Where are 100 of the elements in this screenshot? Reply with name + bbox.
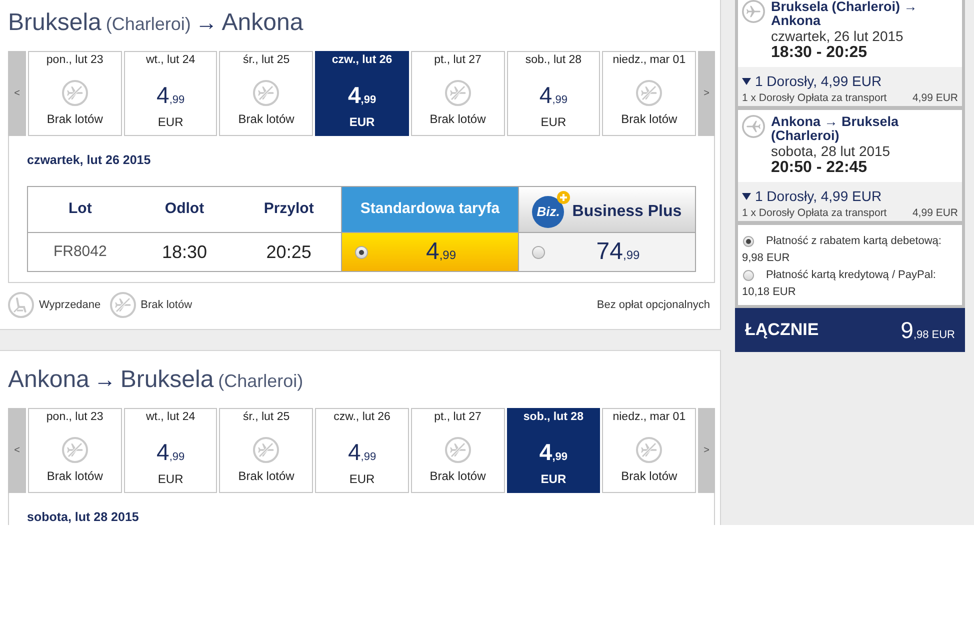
column-header: Standardowa taryfa (340, 187, 518, 232)
date-tile[interactable]: sob., lut 28 4,99 EUR (506, 51, 600, 136)
day-label: wt., lut 24 (146, 410, 196, 424)
crossed-plane-icon (110, 292, 136, 318)
fare-price: 4,99 (348, 439, 376, 467)
passenger-toggle[interactable]: 1 Dorosły, 4,99 EUR (742, 188, 958, 204)
fare-price: 4,99 (539, 439, 568, 467)
no-flights-label: Brak lotów (621, 112, 678, 126)
plane-icon (742, 0, 765, 23)
plus-badge-icon (557, 190, 570, 204)
currency-label: EUR (540, 115, 566, 129)
currency-label: EUR (158, 472, 184, 486)
legend-label: Brak lotów (140, 298, 192, 313)
no-flights-label: Brak lotów (621, 469, 678, 483)
radio-button[interactable] (743, 270, 754, 281)
payment-option-label: Płatność z rabatem kartą debetową: (766, 234, 942, 249)
radio-button[interactable] (532, 246, 545, 258)
trip-route: Bruksela (Charleroi) → Ankona (771, 0, 918, 28)
route-title: Bruksela (Charleroi) → Ankona (8, 8, 304, 38)
trip-route: Ankona → Bruksela (Charleroi) (771, 115, 900, 143)
no-flights-label: Brak lotów (46, 469, 103, 483)
date-tile[interactable]: czw., lut 26 4,99 EUR (315, 408, 409, 493)
crossed-seat-icon (8, 292, 34, 318)
no-flights-label: Brak lotów (430, 469, 486, 483)
prev-dates-button[interactable]: < (8, 408, 26, 493)
fare-price: 4,99 (156, 82, 185, 110)
currency-label: EUR (932, 328, 955, 343)
date-tile[interactable]: śr., lut 25 Brak lotów (219, 51, 314, 136)
radio-button[interactable] (354, 246, 368, 258)
trip-times: 18:30 - 20:25 (771, 44, 868, 61)
day-label: sob., lut 28 (523, 410, 584, 424)
route-title: Ankona → Bruksela (Charleroi) (8, 365, 304, 395)
day-label: niedz., mar 01 (612, 53, 686, 67)
currency-label: EUR (349, 472, 375, 486)
day-label: czw., lut 26 (334, 410, 390, 424)
currency-label: EUR (540, 472, 566, 486)
crossed-plane-icon (636, 80, 662, 106)
trip-date: czwartek, 26 lut 2015 (771, 28, 904, 44)
fare-price: 4,99 (539, 82, 568, 110)
crossed-plane-icon (636, 437, 662, 463)
trip-date: sobota, 28 lut 2015 (771, 143, 892, 159)
day-label: niedz., mar 01 (612, 410, 686, 424)
day-label: wt., lut 24 (146, 53, 196, 67)
day-label: śr., lut 25 (242, 53, 290, 67)
column-header: Business Plus (572, 202, 682, 222)
column-header: Przylot (262, 199, 315, 220)
crossed-plane-icon (444, 437, 471, 463)
no-flights-label: Brak lotów (430, 112, 486, 126)
next-dates-button[interactable]: > (698, 408, 716, 493)
date-tile[interactable]: sob., lut 28 4,99 EUR (506, 408, 600, 493)
date-tile[interactable]: śr., lut 25 Brak lotów (219, 408, 314, 493)
day-label: pon., lut 23 (46, 410, 104, 424)
payment-amount: 9,98 EUR (742, 251, 791, 266)
payment-amount: 10,18 EUR (742, 285, 797, 300)
date-tile[interactable]: pt., lut 27 Brak lotów (410, 51, 505, 136)
crossed-plane-icon (253, 80, 280, 106)
date-tile[interactable]: czw., lut 26 4,99 EUR (315, 51, 409, 136)
column-header: Odlot (164, 199, 206, 220)
date-tile[interactable]: pon., lut 23 Brak lotów (28, 51, 122, 136)
day-label: pt., lut 27 (434, 410, 482, 424)
fare-price: 4,99 (156, 439, 185, 467)
day-label: czw., lut 26 (332, 53, 392, 67)
day-label: śr., lut 25 (242, 410, 290, 424)
fare-item-label: 1 x Dorosły Opłata za transport (742, 207, 887, 219)
prev-dates-button[interactable]: < (8, 51, 26, 136)
trip-times: 20:50 - 22:45 (771, 159, 868, 176)
fare-item-amount: 4,99 EUR (912, 207, 958, 219)
crossed-plane-icon (444, 80, 471, 106)
plane-icon (742, 115, 765, 138)
fare-item-label: 1 x Dorosły Opłata za transport (742, 92, 887, 104)
legend-label: Wyprzedane (39, 298, 101, 313)
date-tile[interactable]: pon., lut 23 Brak lotów (28, 408, 122, 493)
date-tile[interactable]: niedz., mar 01 Brak lotów (602, 408, 696, 493)
currency-label: EUR (349, 115, 375, 129)
day-label: pon., lut 23 (46, 53, 104, 67)
table-cell-text: FR8042 (52, 242, 108, 262)
biz-logo: Biz. (532, 196, 564, 228)
selected-date-heading: czwartek, lut 26 2015 (27, 153, 152, 167)
radio-button[interactable] (743, 236, 754, 247)
day-label: pt., lut 27 (434, 53, 482, 67)
fees-note: Bez opłat opcjonalnych (596, 298, 710, 313)
no-flights-label: Brak lotów (238, 469, 294, 483)
total-price: 9,98 (900, 316, 929, 345)
date-tile[interactable]: wt., lut 24 4,99 EUR (124, 408, 218, 493)
fare-price: 74,99 (596, 237, 640, 267)
crossed-plane-icon (62, 80, 88, 106)
date-tile[interactable]: niedz., mar 01 Brak lotów (602, 51, 696, 136)
crossed-plane-icon (62, 437, 88, 463)
fare-item-amount: 4,99 EUR (912, 92, 958, 104)
date-tile[interactable]: wt., lut 24 4,99 EUR (124, 51, 218, 136)
fare-price: 4,99 (348, 82, 376, 110)
day-label: sob., lut 28 (525, 53, 582, 67)
next-dates-button[interactable]: > (698, 51, 716, 136)
total-label: ŁĄCZNIE (745, 319, 819, 342)
fare-price: 4,99 (426, 237, 456, 267)
table-cell-text: 20:25 (265, 240, 312, 264)
passenger-toggle[interactable]: 1 Dorosły, 4,99 EUR (742, 73, 958, 89)
date-tile[interactable]: pt., lut 27 Brak lotów (410, 408, 505, 493)
no-flights-label: Brak lotów (46, 112, 103, 126)
crossed-plane-icon (253, 437, 280, 463)
